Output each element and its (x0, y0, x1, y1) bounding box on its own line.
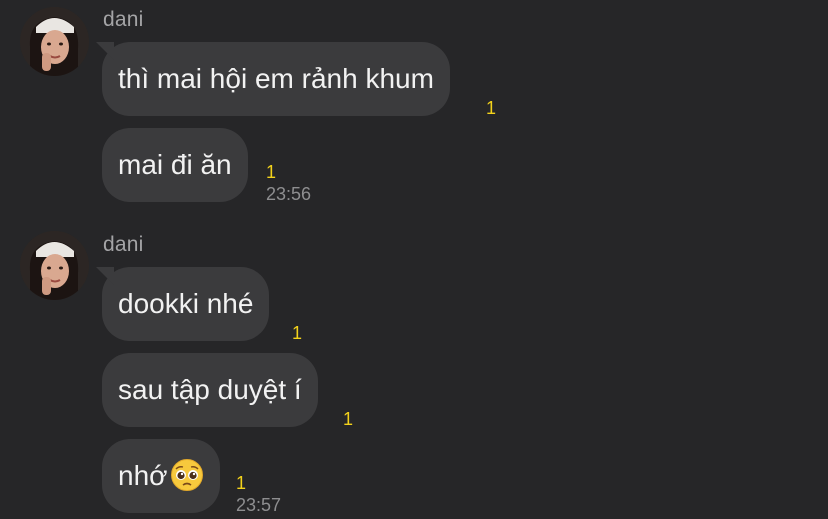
avatar[interactable] (20, 231, 89, 300)
message-bubble[interactable]: sau tập duyệt í (102, 353, 318, 427)
message-text: dookki nhé (118, 288, 254, 319)
unread-count: 1 (343, 409, 354, 429)
message-bubble[interactable]: mai đi ăn (102, 128, 248, 202)
message-bubble[interactable]: thì mai hội em rảnh khum (102, 42, 450, 116)
message-text: mai đi ăn (118, 149, 232, 180)
sender-name: dani (103, 8, 144, 31)
chat-thread: dani thì mai hội em rảnh khum 1 mai đi ă… (0, 0, 828, 519)
message-text: nhớ (118, 460, 168, 491)
message-text: sau tập duyệt í (118, 374, 302, 405)
message-text: thì mai hội em rảnh khum (118, 63, 434, 94)
unread-count: 1 (236, 473, 247, 493)
message-row: thì mai hội em rảnh khum 1 (102, 42, 496, 118)
unread-count: 1 (292, 323, 303, 343)
unread-count: 1 (266, 162, 277, 182)
avatar[interactable] (20, 7, 89, 76)
message-row: mai đi ăn 1 23:56 (102, 128, 311, 204)
message-time: 23:56 (266, 184, 312, 204)
unread-count: 1 (486, 98, 497, 118)
pleading-face-emoji (170, 458, 203, 491)
sender-name: dani (103, 233, 144, 256)
avatar-photo (20, 231, 89, 300)
avatar-photo (20, 7, 89, 76)
message-bubble[interactable]: nhớ (102, 439, 220, 513)
message-bubble[interactable]: dookki nhé (102, 267, 270, 341)
message-row: sau tập duyệt í 1 (102, 353, 353, 429)
message-time: 23:57 (236, 495, 282, 515)
message-row: dookki nhé 1 (102, 267, 302, 343)
message-row: nhớ 1 23:57 (102, 439, 281, 515)
